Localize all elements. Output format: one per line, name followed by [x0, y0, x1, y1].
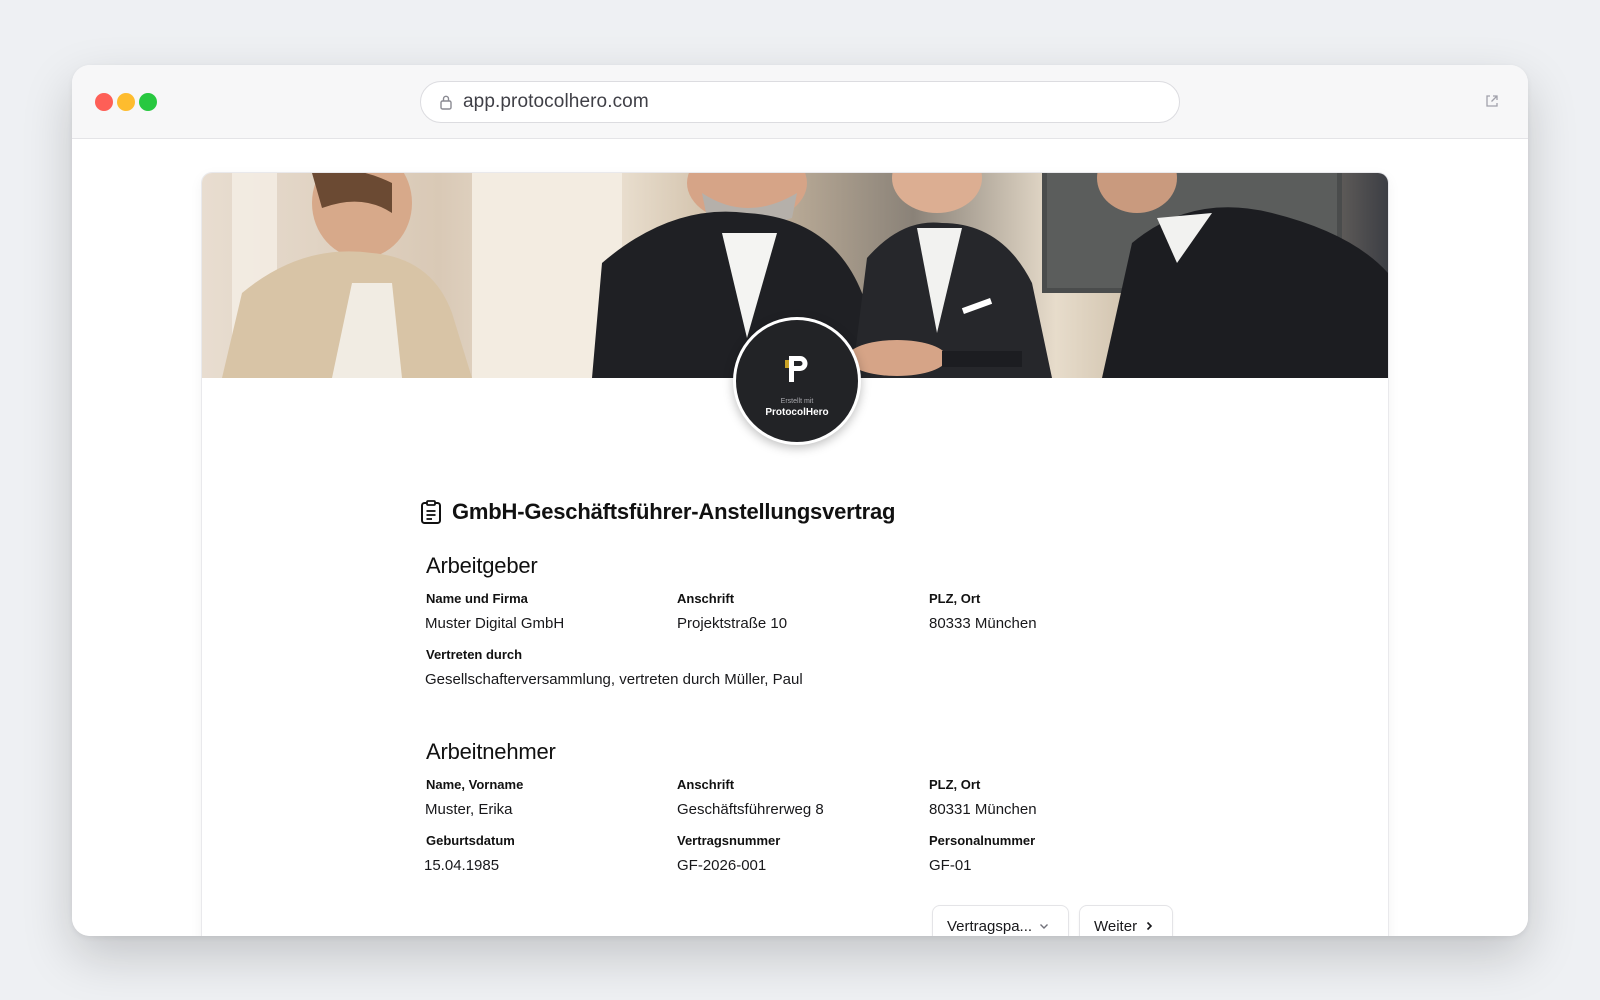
protocolhero-logo: Erstellt mit ProtocolHero [733, 317, 861, 445]
employee-contract-label: Vertragsnummer [677, 833, 781, 848]
employee-contract-value: GF-2026-001 [677, 857, 767, 874]
employer-city-label: PLZ, Ort [929, 591, 981, 606]
document-title-text: GmbH-Geschäftsführer-Anstellungsvertrag [452, 499, 896, 524]
employee-name-label: Name, Vorname [426, 777, 524, 792]
maximize-window-button[interactable] [139, 93, 157, 111]
document-card: Erstellt mit ProtocolHero GmbH-Geschäfts… [202, 173, 1388, 936]
chevron-down-icon [1040, 924, 1049, 929]
contract-section-label: Vertragspa... [947, 917, 1033, 935]
next-button[interactable]: Weiter [1079, 905, 1173, 936]
clipboard-icon [421, 500, 441, 524]
employer-city-value: 80333 München [929, 615, 1037, 632]
logo-name: ProtocolHero [765, 407, 829, 418]
protocolhero-p-icon [785, 356, 808, 382]
employer-address-value: Projektstraße 10 [677, 615, 788, 632]
browser-titlebar: app.protocolhero.com [72, 65, 1528, 139]
page-content: Erstellt mit ProtocolHero GmbH-Geschäfts… [72, 139, 1528, 936]
employer-address-label: Anschrift [677, 591, 735, 606]
employee-birth-label: Geburtsdatum [426, 833, 515, 848]
external-link-icon[interactable] [1484, 93, 1500, 109]
contract-section-dropdown[interactable]: Vertragspa... [932, 905, 1069, 936]
address-url: app.protocolhero.com [463, 91, 649, 112]
next-button-label: Weiter [1094, 917, 1138, 935]
employee-address-value: Geschäftsführerweg 8 [677, 801, 824, 818]
employee-city-value: 80331 München [929, 801, 1037, 818]
employee-name-value: Muster, Erika [425, 801, 513, 818]
employee-personnel-label: Personalnummer [929, 833, 1036, 848]
employee-city-label: PLZ, Ort [929, 777, 981, 792]
lock-icon [440, 95, 452, 110]
employer-represented-value: Gesellschafterversammlung, vertreten dur… [425, 671, 803, 688]
address-bar[interactable]: app.protocolhero.com [420, 81, 1180, 123]
employee-address-label: Anschrift [677, 777, 735, 792]
chevron-right-icon [1147, 921, 1153, 931]
minimize-window-button[interactable] [117, 93, 135, 111]
employer-heading: Arbeitgeber [426, 553, 538, 578]
logo-caption: Erstellt mit [780, 398, 814, 405]
employer-represented-label: Vertreten durch [426, 647, 523, 662]
employer-name-label: Name und Firma [426, 591, 528, 606]
browser-window: app.protocolhero.com Erstellt mit Protoc… [72, 65, 1528, 936]
close-window-button[interactable] [95, 93, 113, 111]
employee-heading: Arbeitnehmer [426, 739, 556, 764]
employee-personnel-value: GF-01 [929, 857, 972, 874]
document-title: GmbH-Geschäftsführer-Anstellungsvertrag [420, 499, 895, 525]
employer-name-value: Muster Digital GmbH [425, 615, 565, 632]
employee-birth-value: 15.04.1985 [424, 857, 500, 874]
